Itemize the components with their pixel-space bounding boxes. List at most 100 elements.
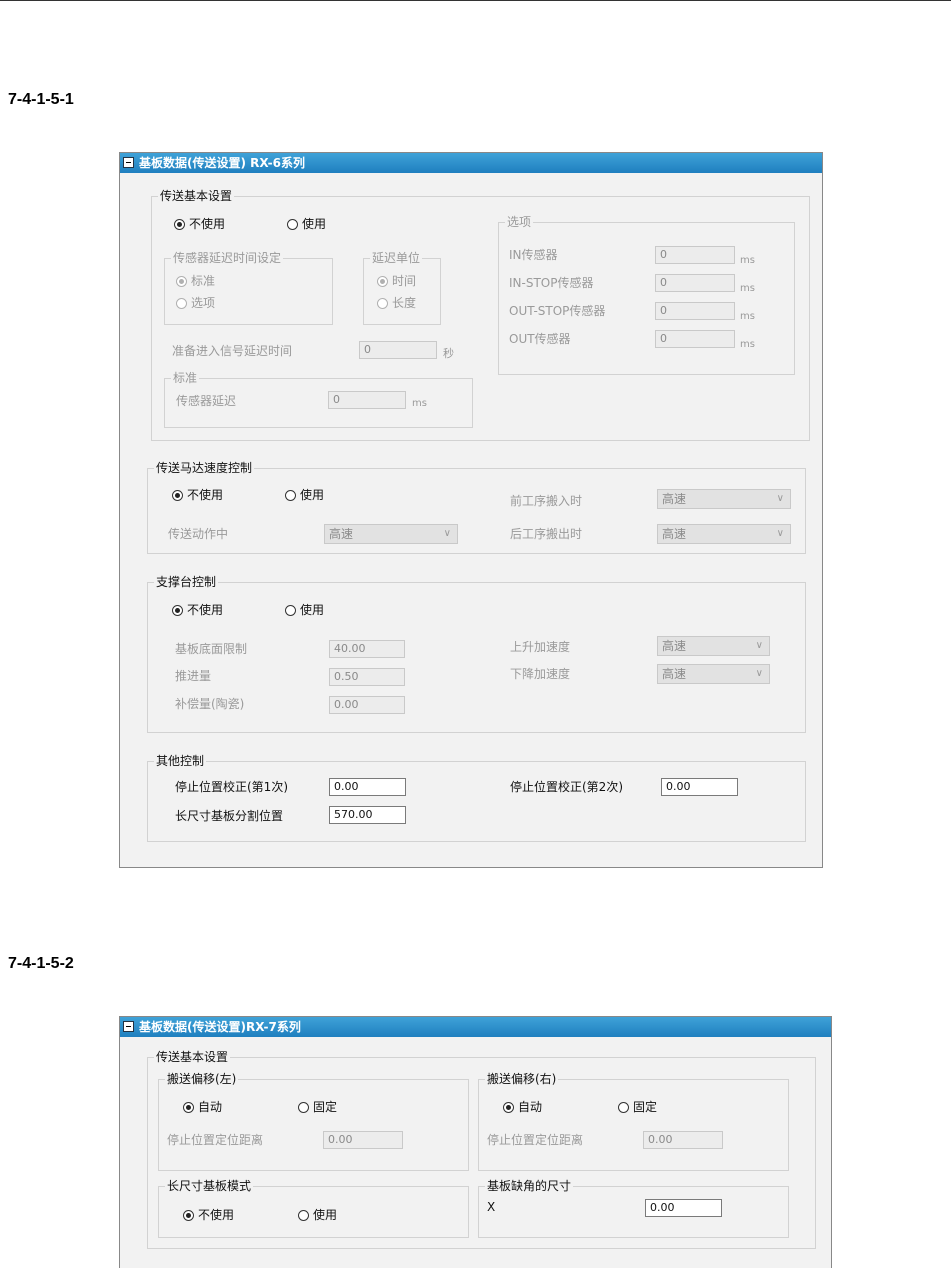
radio-label: 使用 (313, 1208, 338, 1222)
group-basic-settings: 传送基本设置 搬送偏移(左) 自动 固定 停止位置定位距离 0.00 搬送偏移(… (147, 1050, 816, 1249)
radio-icon (287, 219, 298, 230)
prev-process-in-select[interactable]: 高速 ∨ (657, 489, 791, 509)
rise-accel-select[interactable]: 高速 ∨ (657, 636, 770, 656)
collapse-icon[interactable] (123, 1021, 134, 1032)
long-board-split-input[interactable]: 570.00 (329, 806, 406, 824)
radio-length[interactable]: 长度 (377, 296, 416, 310)
corner-x-label: X (487, 1200, 496, 1214)
radio-standard[interactable]: 标准 (176, 274, 215, 288)
option-unit: ms (740, 283, 755, 294)
rise-accel-label: 上升加速度 (510, 640, 571, 654)
radio-fixed[interactable]: 固定 (298, 1100, 337, 1114)
group-support-table: 支撑台控制 不使用 使用 基板底面限制 40.00 推进量 0.50 补偿量(陶… (147, 575, 806, 733)
option-input-in-stop[interactable]: 0 (655, 274, 735, 292)
radio-use[interactable]: 使用 (298, 1208, 337, 1222)
option-label-out: OUT传感器 (509, 332, 571, 346)
panel-rx6-transfer-settings: 基板数据(传送设置) RX-6系列 传送基本设置 不使用 使用 传感器延迟时间设… (119, 152, 823, 868)
sensor-delay-input[interactable]: 0 (328, 391, 406, 409)
option-input-in[interactable]: 0 (655, 246, 735, 264)
radio-selected-icon (183, 1210, 194, 1221)
radio-selected-icon (172, 490, 183, 501)
stop-correction-1-label: 停止位置校正(第1次) (175, 780, 288, 794)
radio-selected-icon (176, 276, 187, 287)
group-motor-speed: 传送马达速度控制 不使用 使用 传送动作中 高速 ∨ 前工序搬入时 高速 ∨ 后工序… (147, 461, 806, 554)
radio-label: 自动 (198, 1100, 223, 1114)
stop-distance-input[interactable]: 0.00 (323, 1131, 403, 1149)
chevron-down-icon: ∨ (755, 668, 763, 679)
radio-selected-icon (377, 276, 388, 287)
radio-selected-icon (503, 1102, 514, 1113)
group-basic-settings: 传送基本设置 不使用 使用 传感器延迟时间设定 标准 选项 延迟单位 时间 长度… (151, 189, 810, 441)
radio-use[interactable]: 使用 (287, 217, 326, 231)
chevron-down-icon: ∨ (755, 640, 763, 651)
radio-label: 长度 (392, 296, 417, 310)
radio-fixed[interactable]: 固定 (618, 1100, 657, 1114)
panel-title: 基板数据(传送设置) RX-6系列 (139, 156, 305, 170)
radio-label: 使用 (300, 603, 325, 617)
stop-distance-input[interactable]: 0.00 (643, 1131, 723, 1149)
select-value: 高速 (329, 527, 354, 541)
next-process-out-select[interactable]: 高速 ∨ (657, 524, 791, 544)
option-label-in-stop: IN-STOP传感器 (509, 276, 594, 290)
radio-label: 使用 (300, 488, 325, 502)
radio-use[interactable]: 使用 (285, 488, 324, 502)
option-input-out-stop[interactable]: 0 (655, 302, 735, 320)
select-value: 高速 (662, 639, 687, 653)
ready-delay-label: 准备进入信号延迟时间 (172, 344, 293, 358)
radio-not-use[interactable]: 不使用 (183, 1208, 234, 1222)
fall-accel-label: 下降加速度 (510, 667, 571, 681)
radio-selected-icon (183, 1102, 194, 1113)
radio-auto[interactable]: 自动 (503, 1100, 542, 1114)
radio-not-use[interactable]: 不使用 (172, 488, 223, 502)
ready-delay-unit: 秒 (443, 347, 454, 360)
chevron-down-icon: ∨ (776, 493, 784, 504)
radio-not-use[interactable]: 不使用 (172, 603, 223, 617)
option-unit: ms (740, 339, 755, 350)
option-unit: ms (740, 311, 755, 322)
panel-title: 基板数据(传送设置)RX-7系列 (139, 1020, 301, 1034)
compensation-label: 补偿量(陶瓷) (175, 697, 245, 711)
radio-label: 不使用 (189, 217, 226, 231)
group-other-control: 其他控制 停止位置校正(第1次) 0.00 停止位置校正(第2次) 0.00 长… (147, 754, 806, 842)
radio-icon (298, 1102, 309, 1113)
radio-auto[interactable]: 自动 (183, 1100, 222, 1114)
select-value: 高速 (662, 527, 687, 541)
during-transfer-select[interactable]: 高速 ∨ (324, 524, 458, 544)
stop-distance-label: 停止位置定位距离 (167, 1133, 264, 1147)
stop-correction-1-input[interactable]: 0.00 (329, 778, 406, 796)
corner-x-input[interactable]: 0.00 (645, 1199, 722, 1217)
radio-label: 标准 (191, 274, 216, 288)
radio-label: 选项 (191, 296, 216, 310)
option-unit: ms (740, 255, 755, 266)
sensor-delay-unit: ms (412, 398, 427, 409)
radio-option[interactable]: 选项 (176, 296, 215, 310)
group-legend: 长尺寸基板模式 (165, 1179, 254, 1193)
panel-titlebar: 基板数据(传送设置) RX-6系列 (120, 153, 822, 173)
radio-not-use[interactable]: 不使用 (174, 217, 225, 231)
option-input-out[interactable]: 0 (655, 330, 735, 348)
radio-time[interactable]: 时间 (377, 274, 416, 288)
radio-label: 使用 (302, 217, 327, 231)
group-sensor-delay-setting: 传感器延迟时间设定 标准 选项 (164, 251, 333, 325)
bottom-limit-input[interactable]: 40.00 (329, 640, 405, 658)
group-transfer-offset-left: 搬送偏移(左) 自动 固定 停止位置定位距离 0.00 (158, 1072, 469, 1171)
group-transfer-offset-right: 搬送偏移(右) 自动 固定 停止位置定位距离 0.00 (478, 1072, 789, 1171)
push-amount-input[interactable]: 0.50 (329, 668, 405, 686)
option-label-out-stop: OUT-STOP传感器 (509, 304, 606, 318)
ready-delay-input[interactable]: 0 (359, 341, 437, 359)
radio-icon (285, 490, 296, 501)
stop-correction-2-label: 停止位置校正(第2次) (510, 780, 623, 794)
group-legend: 传感器延迟时间设定 (171, 251, 284, 265)
prev-process-in-label: 前工序搬入时 (510, 494, 583, 508)
radio-icon (285, 605, 296, 616)
radio-label: 不使用 (198, 1208, 235, 1222)
collapse-icon[interactable] (123, 157, 134, 168)
panel-rx7-transfer-settings: 基板数据(传送设置)RX-7系列 传送基本设置 搬送偏移(左) 自动 固定 停止… (119, 1016, 832, 1268)
long-board-split-label: 长尺寸基板分割位置 (175, 809, 284, 823)
compensation-input[interactable]: 0.00 (329, 696, 405, 714)
fall-accel-select[interactable]: 高速 ∨ (657, 664, 770, 684)
next-process-out-label: 后工序搬出时 (510, 527, 583, 541)
stop-correction-2-input[interactable]: 0.00 (661, 778, 738, 796)
radio-use[interactable]: 使用 (285, 603, 324, 617)
group-board-corner-size: 基板缺角的尺寸 X 0.00 (478, 1179, 789, 1238)
